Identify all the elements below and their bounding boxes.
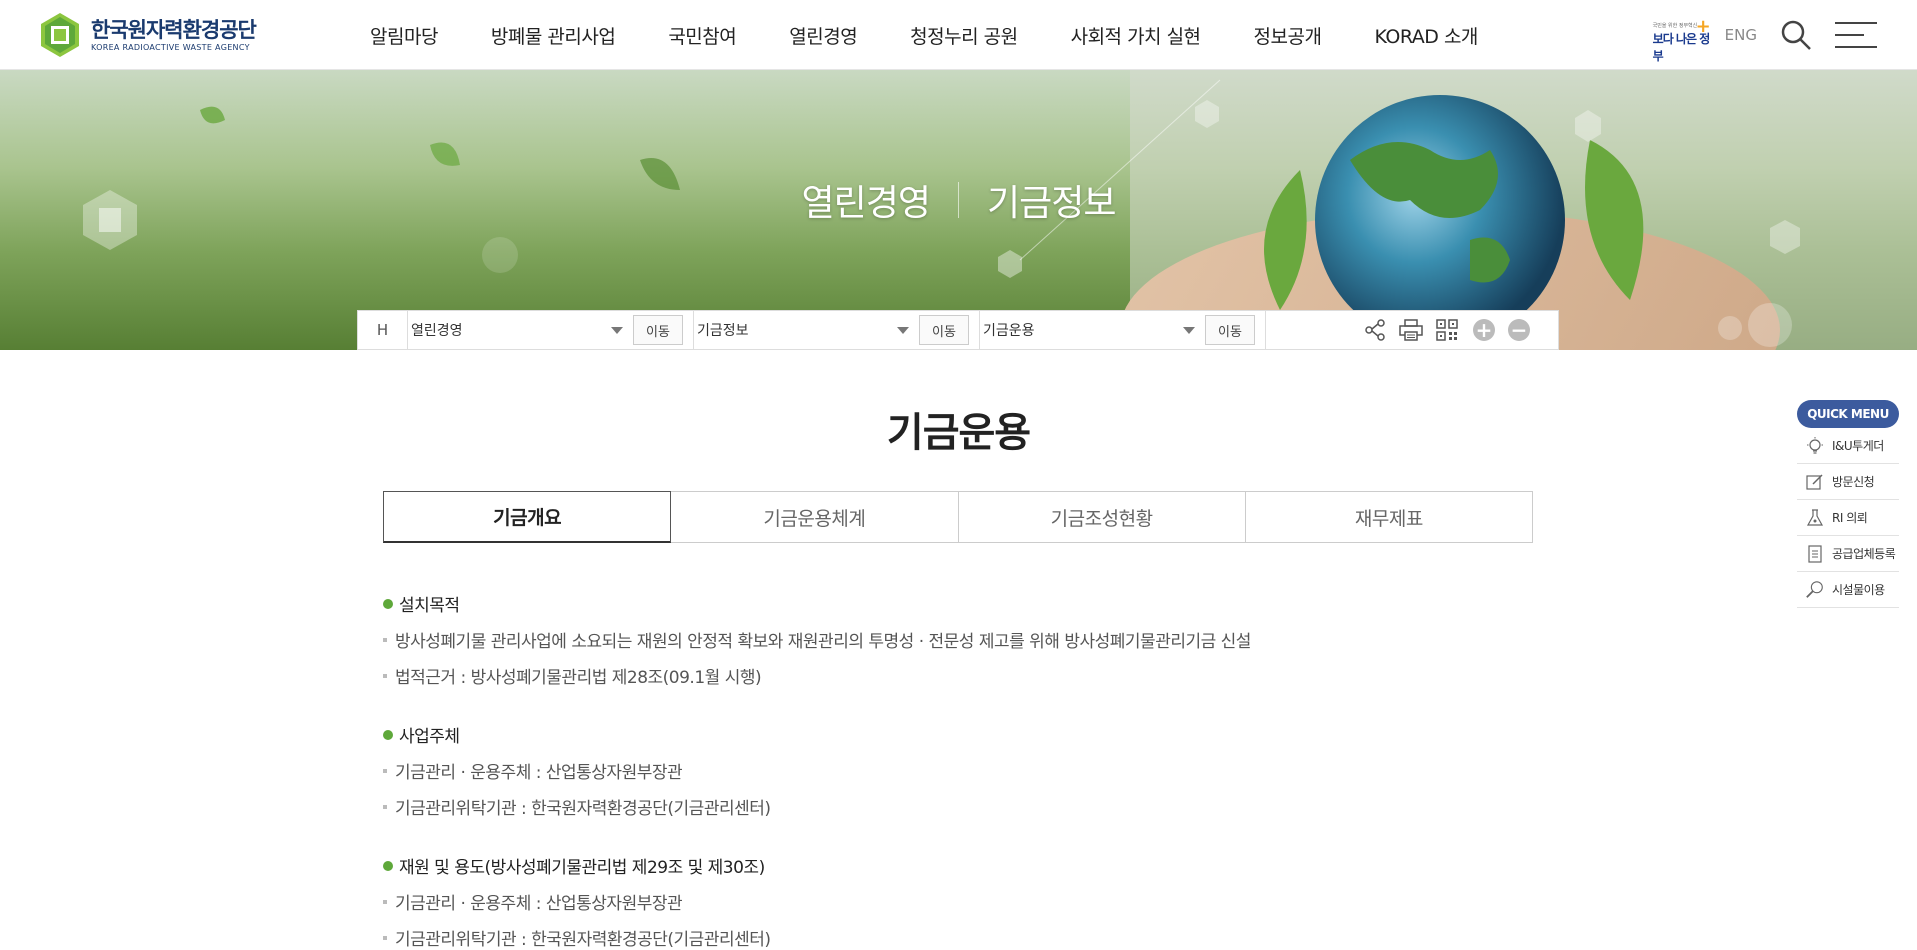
quick-menu: QUICK MENU I&U투게더 방문신청 RI 의뢰 공급업체등록 시설물이… bbox=[1797, 400, 1899, 608]
zoom-out-icon[interactable]: − bbox=[1508, 319, 1530, 341]
nav-item-notice[interactable]: 알림마당 bbox=[370, 22, 438, 49]
section-title-text: 설치목적 bbox=[399, 596, 460, 616]
quick-item-supplier-registration[interactable]: 공급업체등록 bbox=[1797, 536, 1899, 572]
document-list-icon bbox=[1805, 544, 1825, 564]
site-logo[interactable]: 한국원자력환경공단 KOREA RADIOACTIVE WASTE AGENCY bbox=[37, 12, 257, 58]
location-select-3[interactable]: 기금운용 bbox=[983, 320, 1205, 340]
home-link[interactable]: H bbox=[358, 311, 408, 349]
tab-fund-overview[interactable]: 기금개요 bbox=[383, 491, 672, 543]
quick-item-ri-request[interactable]: RI 의뢰 bbox=[1797, 500, 1899, 536]
content-tabs: 기금개요 기금운용체계 기금조성현황 재무제표 bbox=[383, 491, 1533, 543]
list-item-text: 기금관리 · 운용주체 : 산업통상자원부장관 bbox=[395, 894, 683, 914]
list-item: 방사성폐기물 관리사업에 소요되는 재원의 안정적 확보와 재원관리의 투명성 … bbox=[383, 627, 1533, 652]
tab-fund-operation-system[interactable]: 기금운용체계 bbox=[671, 491, 959, 543]
list-item: 기금관리 · 운용주체 : 산업통상자원부장관 bbox=[383, 889, 1533, 914]
page-title: 기금운용 bbox=[886, 410, 1031, 456]
list-item-text: 법적근거 : 방사성폐기물관리법 제28조(09.1월 시행) bbox=[395, 668, 762, 688]
chevron-down-icon bbox=[1183, 326, 1195, 334]
logo-subtitle: KOREA RADIOACTIVE WASTE AGENCY bbox=[91, 42, 250, 52]
list-item: 기금관리위탁기관 : 한국원자력환경공단(기금관리센터) bbox=[383, 794, 1533, 819]
english-link[interactable]: ENG bbox=[1725, 26, 1757, 44]
location-select-3-value: 기금운용 bbox=[983, 323, 1035, 339]
list-item-text: 방사성폐기물 관리사업에 소요되는 재원의 안정적 확보와 재원관리의 투명성 … bbox=[395, 632, 1251, 652]
bullet-dot-icon bbox=[383, 729, 393, 740]
nav-item-park[interactable]: 청정누리 공원 bbox=[910, 22, 1018, 49]
location-select-2[interactable]: 기금정보 bbox=[697, 320, 919, 340]
logo-name: 한국원자력환경공단 bbox=[91, 17, 257, 42]
better-gov-caption: 국민을 위한 정부혁신 bbox=[1652, 23, 1698, 29]
location-segment-3: 기금운용 이동 bbox=[980, 311, 1266, 349]
chevron-down-icon bbox=[897, 326, 909, 334]
main-nav: 알림마당 방폐물 관리사업 국민참여 열린경영 청정누리 공원 사회적 가치 실… bbox=[370, 0, 1531, 70]
quick-item-label: 시설물이용 bbox=[1832, 583, 1885, 597]
section-operators: 사업주체 기금관리 · 운용주체 : 산업통상자원부장관 기금관리위탁기관 : … bbox=[383, 722, 1533, 819]
nav-item-waste-management[interactable]: 방폐물 관리사업 bbox=[491, 22, 616, 49]
section-purpose: 설치목적 방사성폐기물 관리사업에 소요되는 재원의 안정적 확보와 재원관리의… bbox=[383, 591, 1533, 688]
section-title-text: 재원 및 용도(방사성폐기물관리법 제29조 및 제30조) bbox=[399, 858, 765, 878]
tab-financial-statements[interactable]: 재무제표 bbox=[1245, 491, 1533, 543]
flask-icon bbox=[1805, 508, 1825, 528]
chevron-down-icon bbox=[611, 326, 623, 334]
edit-form-icon bbox=[1805, 472, 1825, 492]
quick-item-label: 방문신청 bbox=[1832, 475, 1875, 489]
section-title: 설치목적 bbox=[383, 591, 1533, 616]
site-header: 한국원자력환경공단 KOREA RADIOACTIVE WASTE AGENCY… bbox=[0, 0, 1917, 70]
korad-logo-icon bbox=[37, 12, 83, 58]
print-icon[interactable] bbox=[1398, 317, 1424, 343]
list-item: 기금관리 · 운용주체 : 산업통상자원부장관 bbox=[383, 758, 1533, 783]
tab-fund-raising-status[interactable]: 기금조성현황 bbox=[958, 491, 1246, 543]
banner-title-section: 기금정보 bbox=[987, 183, 1116, 224]
list-item-text: 기금관리위탁기관 : 한국원자력환경공단(기금관리센터) bbox=[395, 930, 771, 950]
location-go-button-3[interactable]: 이동 bbox=[1205, 315, 1255, 345]
location-go-button-1[interactable]: 이동 bbox=[633, 315, 683, 345]
section-funding-and-use: 재원 및 용도(방사성폐기물관리법 제29조 및 제30조) 기금관리 · 운용… bbox=[383, 853, 1533, 950]
quick-item-label: RI 의뢰 bbox=[1832, 511, 1868, 525]
quick-item-label: 공급업체등록 bbox=[1832, 547, 1896, 561]
banner-title-category: 열린경영 bbox=[801, 183, 931, 224]
nav-item-about[interactable]: KORAD 소개 bbox=[1374, 22, 1478, 49]
lightbulb-icon bbox=[1805, 436, 1825, 456]
quick-item-visit-request[interactable]: 방문신청 bbox=[1797, 464, 1899, 500]
section-title: 재원 및 용도(방사성폐기물관리법 제29조 및 제30조) bbox=[383, 853, 1533, 878]
quick-item-iu-together[interactable]: I&U투게더 bbox=[1797, 428, 1899, 464]
nav-item-participation[interactable]: 국민참여 bbox=[668, 22, 736, 49]
nav-item-info-disclosure[interactable]: 정보공개 bbox=[1254, 22, 1322, 49]
nav-item-social-value[interactable]: 사회적 가치 실현 bbox=[1071, 22, 1201, 49]
banner-title: 열린경영 기금정보 bbox=[0, 174, 1917, 226]
header-utilities: 국민을 위한 정부혁신 보다 나은 정부 + ENG bbox=[1651, 16, 1877, 63]
zoom-in-icon[interactable]: + bbox=[1473, 319, 1495, 341]
banner-title-divider bbox=[958, 182, 959, 218]
list-item-text: 기금관리 · 운용주체 : 산업통상자원부장관 bbox=[395, 763, 683, 783]
location-bar: H 열린경영 이동 기금정보 이동 기금운용 이동 + − bbox=[357, 310, 1559, 350]
bullet-dot-icon bbox=[383, 598, 393, 609]
quick-menu-title: QUICK MENU bbox=[1797, 400, 1899, 428]
qr-code-icon[interactable] bbox=[1434, 317, 1460, 343]
better-government-badge[interactable]: 국민을 위한 정부혁신 보다 나은 정부 + bbox=[1651, 16, 1715, 63]
list-item: 법적근거 : 방사성폐기물관리법 제28조(09.1월 시행) bbox=[383, 663, 1533, 688]
plus-icon: + bbox=[1695, 16, 1711, 37]
location-go-button-2[interactable]: 이동 bbox=[919, 315, 969, 345]
magnifier-icon bbox=[1805, 580, 1825, 600]
location-select-1-value: 열린경영 bbox=[411, 323, 463, 339]
hamburger-menu-icon[interactable] bbox=[1835, 22, 1877, 48]
location-select-1[interactable]: 열린경영 bbox=[411, 320, 633, 340]
list-item-text: 기금관리위탁기관 : 한국원자력환경공단(기금관리센터) bbox=[395, 799, 771, 819]
page-tools: + − bbox=[1352, 317, 1558, 343]
location-segment-2: 기금정보 이동 bbox=[694, 311, 980, 349]
section-title-text: 사업주체 bbox=[399, 727, 460, 747]
nav-item-open-management[interactable]: 열린경영 bbox=[789, 22, 857, 49]
section-title: 사업주체 bbox=[383, 722, 1533, 747]
quick-item-facility-use[interactable]: 시설물이용 bbox=[1797, 572, 1899, 608]
share-icon[interactable] bbox=[1362, 317, 1388, 343]
list-item: 기금관리위탁기관 : 한국원자력환경공단(기금관리센터) bbox=[383, 925, 1533, 950]
quick-item-label: I&U투게더 bbox=[1832, 439, 1884, 453]
search-icon[interactable] bbox=[1779, 18, 1813, 52]
location-select-2-value: 기금정보 bbox=[697, 323, 749, 339]
location-segment-1: 열린경영 이동 bbox=[408, 311, 694, 349]
bullet-dot-icon bbox=[383, 860, 393, 871]
hero-banner: 열린경영 기금정보 bbox=[0, 70, 1917, 350]
